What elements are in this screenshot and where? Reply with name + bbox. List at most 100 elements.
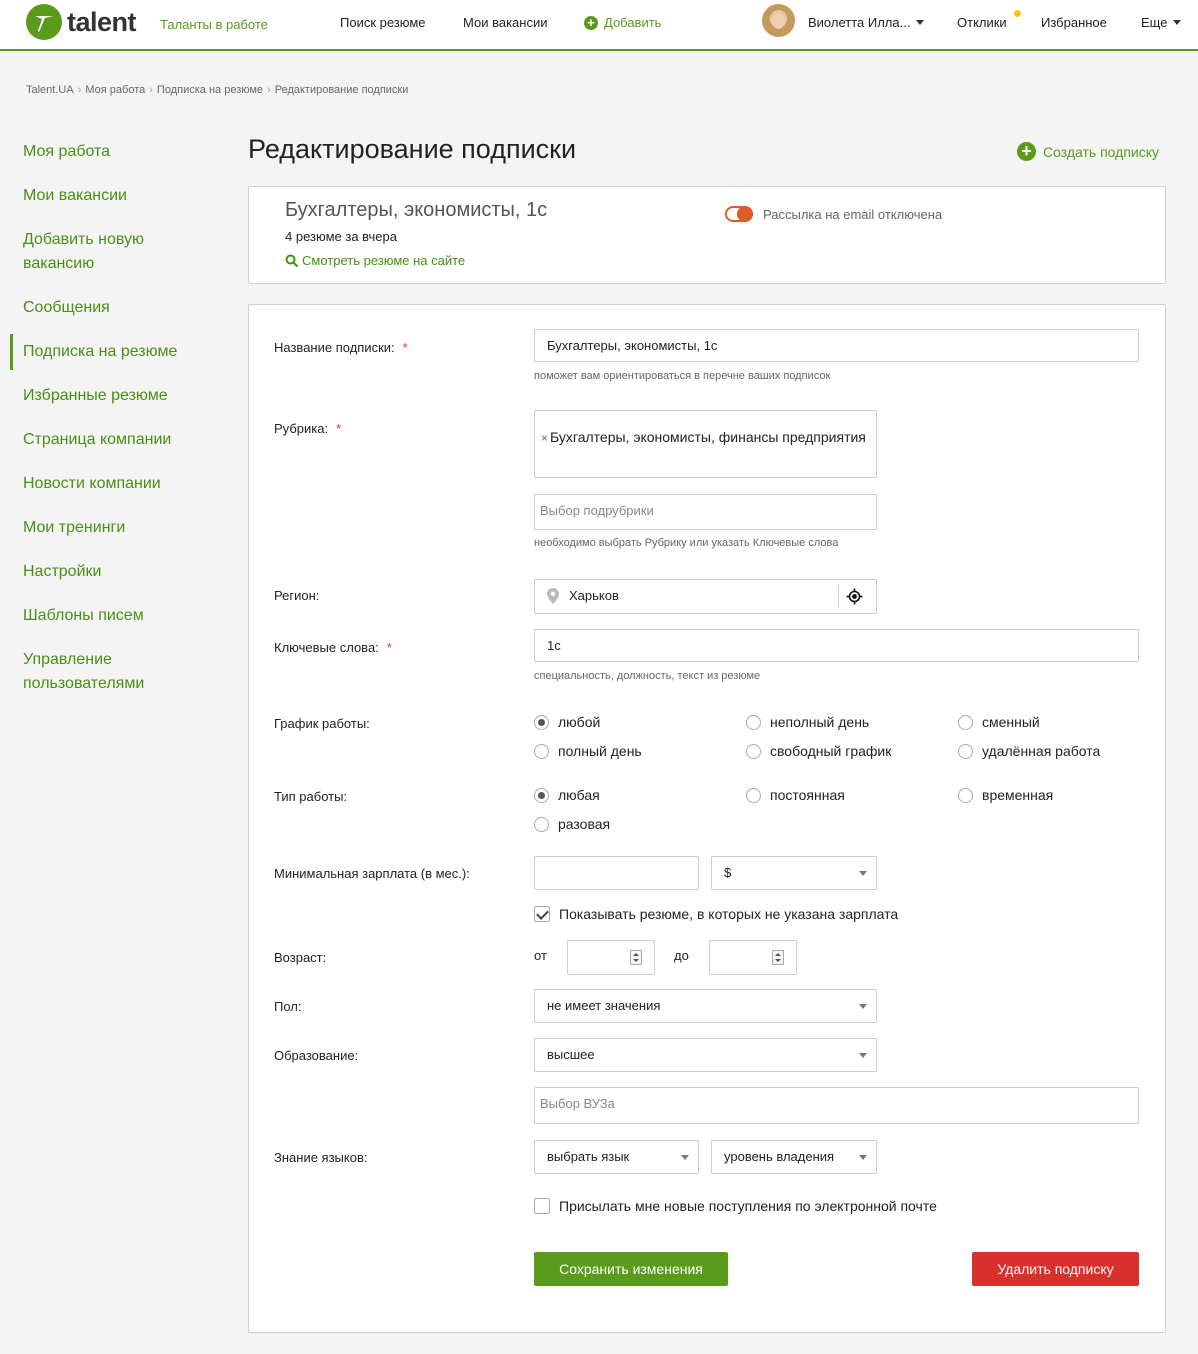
user-menu[interactable]: Виолетта Илла...: [808, 15, 925, 30]
sidebar-item-my-trainings[interactable]: Мои тренинги: [0, 516, 125, 540]
name-label: Название подписки: *: [274, 340, 408, 355]
breadcrumb-separator-icon: ›: [267, 84, 271, 96]
sidebar-item-letter-templates[interactable]: Шаблоны писем: [0, 604, 144, 628]
subrubric-input[interactable]: Выбор подрубрики: [534, 494, 877, 530]
gender-select[interactable]: не имеет значения: [534, 989, 877, 1023]
page-title: Редактирование подписки: [248, 134, 577, 164]
radio[interactable]: [534, 816, 549, 832]
checkbox-checked[interactable]: [534, 906, 550, 922]
nav-more[interactable]: Еще: [1141, 15, 1182, 30]
tagline: Таланты в работе: [160, 17, 268, 32]
show-no-salary-checkbox[interactable]: Показывать резюме, в которых не указана …: [534, 906, 898, 922]
nav-search-resume[interactable]: Поиск резюме: [340, 15, 426, 30]
search-icon: [285, 254, 299, 267]
type-option-temporary[interactable]: временная: [958, 787, 1053, 803]
language-level-select[interactable]: уровень владения: [711, 1140, 877, 1174]
send-new-checkbox[interactable]: Присылать мне новые поступления по элект…: [534, 1198, 937, 1214]
age-label: Возраст:: [274, 950, 327, 965]
breadcrumb-separator-icon: ›: [77, 84, 82, 96]
region-input[interactable]: Харьков: [534, 579, 877, 614]
currency-select[interactable]: $: [711, 856, 877, 890]
delete-subscription-button[interactable]: Удалить подписку: [972, 1252, 1139, 1286]
subscription-name-input[interactable]: Бухгалтеры, экономисты, 1с: [534, 329, 1139, 362]
type-option-one-time[interactable]: разовая: [534, 816, 610, 832]
sidebar-item-messages[interactable]: Сообщения: [0, 296, 110, 320]
university-placeholder: Выбор ВУЗа: [540, 1096, 615, 1111]
schedule-label: График работы:: [274, 716, 370, 731]
divider: [838, 585, 839, 608]
education-select[interactable]: высшее: [534, 1038, 877, 1072]
radio[interactable]: [958, 787, 973, 803]
nav-favorites[interactable]: Избранное: [1041, 15, 1107, 30]
breadcrumb-my-work[interactable]: Моя работа: [85, 84, 145, 96]
save-button[interactable]: Сохранить изменения: [534, 1252, 728, 1286]
chevron-down-icon: [859, 1053, 867, 1058]
checkbox[interactable]: [534, 1198, 550, 1214]
name-hint: поможет вам ориентироваться в перечне ва…: [534, 370, 831, 382]
option-label: разовая: [558, 816, 611, 832]
logo-mark-icon: [26, 4, 62, 40]
nav-add-label: Добавить: [604, 15, 662, 30]
radio[interactable]: [958, 743, 973, 759]
nav-add-button[interactable]: + Добавить: [584, 15, 661, 30]
radio[interactable]: [746, 787, 761, 803]
rubric-select[interactable]: × Бухгалтеры, экономисты, финансы предпри…: [534, 410, 877, 478]
option-label: удалённая работа: [982, 743, 1101, 759]
schedule-option-remote[interactable]: удалённая работа: [958, 743, 1100, 759]
radio[interactable]: [958, 714, 973, 730]
schedule-option-any[interactable]: любой: [534, 714, 600, 730]
user-avatar[interactable]: [762, 4, 795, 37]
spinner-arrows-icon[interactable]: [772, 950, 784, 965]
chevron-down-icon: [1173, 20, 1182, 25]
nav-responses[interactable]: Отклики: [957, 15, 1007, 30]
age-from-input[interactable]: [567, 940, 655, 975]
radio-selected[interactable]: [534, 787, 549, 803]
sidebar-item-my-work[interactable]: Моя работа: [0, 140, 110, 164]
create-subscription-button[interactable]: + Создать подписку: [1017, 142, 1159, 161]
radio[interactable]: [746, 714, 761, 730]
salary-input[interactable]: [534, 856, 699, 890]
option-label: временная: [982, 787, 1054, 803]
schedule-option-full-time[interactable]: полный день: [534, 743, 642, 759]
view-resumes-link[interactable]: Смотреть резюме на сайте: [285, 253, 465, 268]
subscription-summary-card: Бухгалтеры, экономисты, 1с 4 резюме за в…: [248, 186, 1166, 284]
location-pin-icon: [547, 588, 559, 604]
nav-my-vacancies[interactable]: Мои вакансии: [463, 15, 547, 30]
option-label: свободный график: [770, 743, 892, 759]
type-option-permanent[interactable]: постоянная: [746, 787, 845, 803]
breadcrumb-home[interactable]: Talent.UA: [26, 84, 74, 96]
geolocation-icon[interactable]: [846, 588, 863, 605]
currency-value: $: [724, 865, 732, 880]
radio-selected[interactable]: [534, 714, 549, 730]
spinner-arrows-icon[interactable]: [630, 950, 642, 965]
sidebar-item-my-vacancies[interactable]: Мои вакансии: [0, 184, 127, 208]
subscription-title: Бухгалтеры, экономисты, 1с: [285, 199, 548, 221]
keywords-input[interactable]: 1с: [534, 629, 1139, 662]
sidebar-item-company-news[interactable]: Новости компании: [0, 472, 161, 496]
notification-dot: [1014, 10, 1021, 17]
sidebar-item-resume-subscription[interactable]: Подписка на резюме: [0, 334, 177, 370]
email-toggle[interactable]: [725, 206, 753, 222]
language-select[interactable]: выбрать язык: [534, 1140, 699, 1174]
radio[interactable]: [534, 743, 549, 759]
schedule-option-flexible[interactable]: свободный график: [746, 743, 891, 759]
radio[interactable]: [746, 743, 761, 759]
university-input[interactable]: Выбор ВУЗа: [534, 1087, 1139, 1124]
schedule-option-shift[interactable]: сменный: [958, 714, 1040, 730]
sidebar-item-company-page[interactable]: Страница компании: [0, 428, 171, 452]
remove-tag-icon[interactable]: ×: [541, 431, 548, 445]
sidebar-item-favorite-resumes[interactable]: Избранные резюме: [0, 384, 168, 408]
subscription-form: Название подписки: * Бухгалтеры, экономис…: [248, 304, 1166, 1333]
gender-value: не имеет значения: [547, 998, 661, 1013]
user-name: Виолетта Илла...: [808, 15, 911, 30]
rubric-label: Рубрика: *: [274, 421, 341, 436]
type-option-any[interactable]: любая: [534, 787, 600, 803]
sidebar-item-user-management[interactable]: Управление пользователями: [0, 648, 180, 696]
breadcrumb-subscription[interactable]: Подписка на резюме: [157, 84, 263, 96]
sidebar-item-add-vacancy[interactable]: Добавить новую вакансию: [0, 228, 180, 276]
schedule-option-part-time[interactable]: неполный день: [746, 714, 869, 730]
logo[interactable]: talent: [26, 4, 137, 40]
age-to-input[interactable]: [709, 940, 797, 975]
top-header: talent Таланты в работе Поиск резюме Мои…: [0, 0, 1198, 51]
sidebar-item-settings[interactable]: Настройки: [0, 560, 101, 584]
